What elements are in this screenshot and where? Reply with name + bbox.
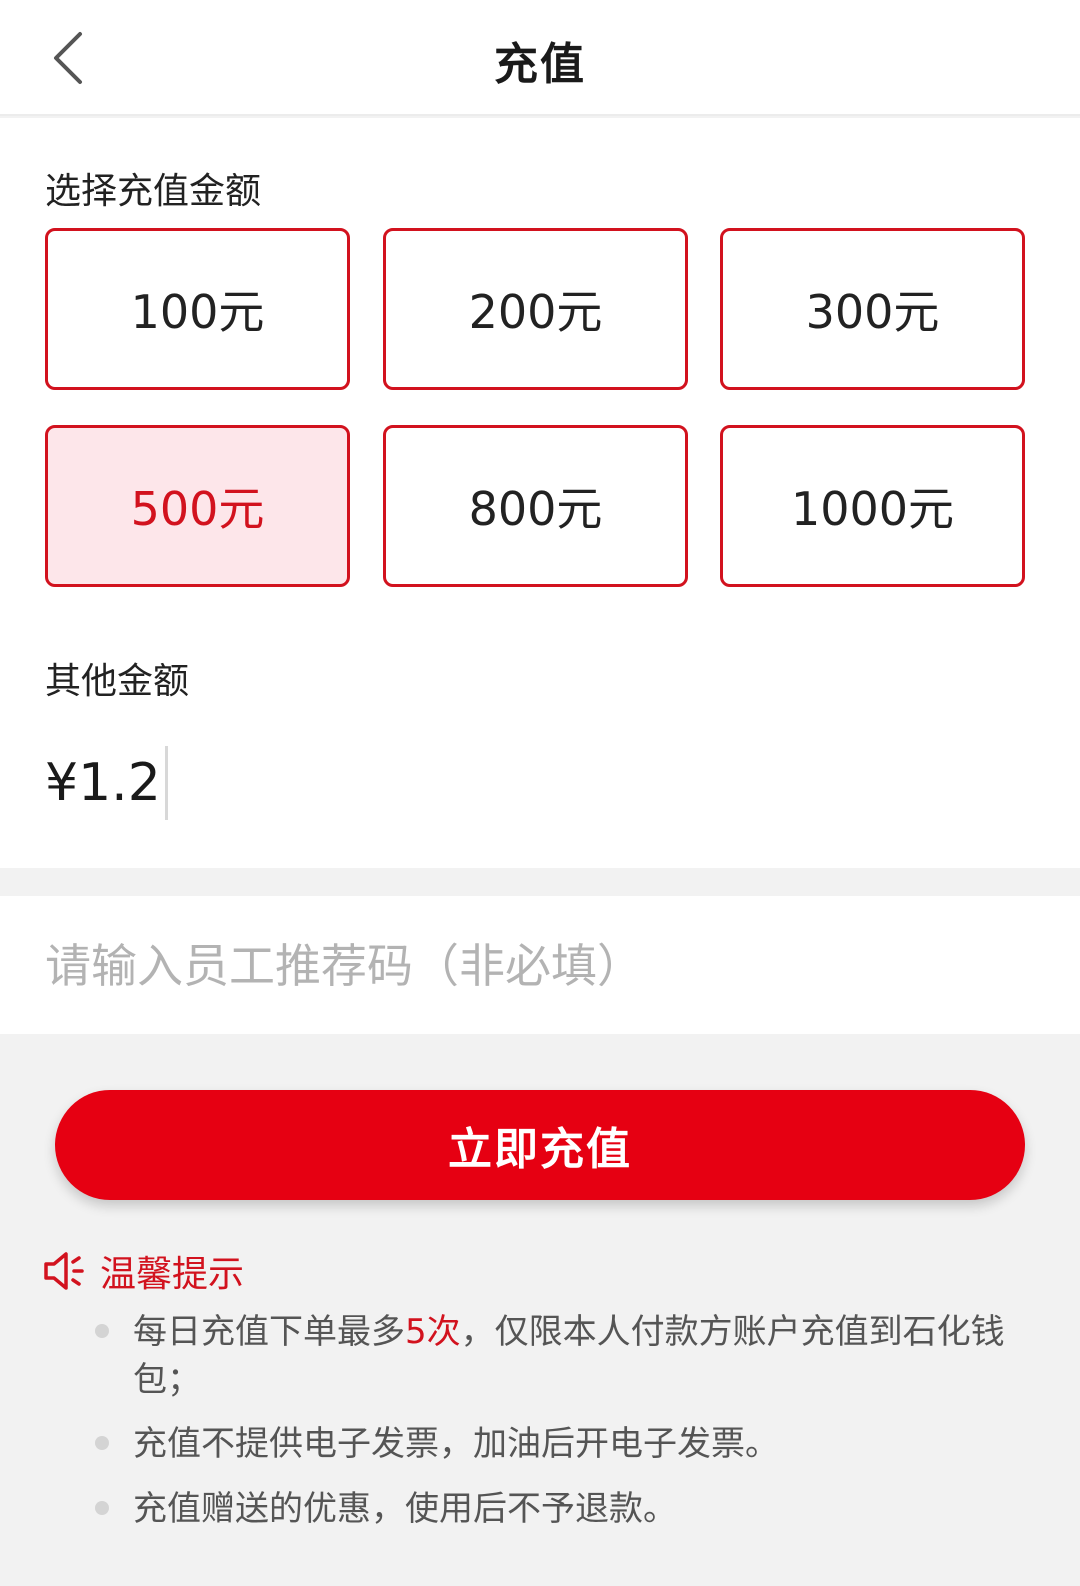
amount-option-800[interactable]: 800元 [383, 425, 688, 587]
bullet-dot [95, 1501, 109, 1515]
other-amount-value: 1.2 [78, 753, 161, 813]
tip-3-text: 充值赠送的优惠，使用后不予退款。 [133, 1489, 677, 1529]
tips-header: 温馨提示 [42, 1245, 244, 1297]
tips-title: 温馨提示 [100, 1254, 245, 1295]
amount-option-300[interactable]: 300元 [720, 228, 1025, 390]
amount-option-500[interactable]: 500元 [45, 425, 350, 587]
amount-select-label: 选择充值金额 [45, 171, 262, 212]
page-title: 充值 [494, 39, 586, 90]
speaker-icon [44, 1252, 84, 1290]
other-amount-field[interactable]: ¥ 1.2 [45, 743, 168, 823]
bullet-dot [95, 1436, 109, 1450]
tip-2-text: 充值不提供电子发票，加油后开电子发票。 [133, 1424, 779, 1464]
currency-symbol: ¥ [45, 753, 79, 813]
tip-1-text: 每日充值下单最多 [133, 1312, 405, 1352]
amount-section: 选择充值金额 100元 200元 300元 500元 800元 1000元 其他… [0, 118, 1080, 868]
amount-option-200[interactable]: 200元 [383, 228, 688, 390]
amount-option-1000[interactable]: 1000元 [720, 425, 1025, 587]
bullet-dot [95, 1324, 109, 1338]
other-amount-label: 其他金额 [45, 661, 190, 702]
text-cursor [164, 746, 168, 820]
app-header: 充值 [0, 0, 1080, 116]
amount-option-100[interactable]: 100元 [45, 228, 350, 390]
tip-1-highlight: 5次 [405, 1312, 461, 1352]
referral-section [0, 896, 1080, 1034]
referral-code-input[interactable] [45, 926, 1035, 1006]
recharge-now-button[interactable]: 立即充值 [55, 1090, 1025, 1200]
